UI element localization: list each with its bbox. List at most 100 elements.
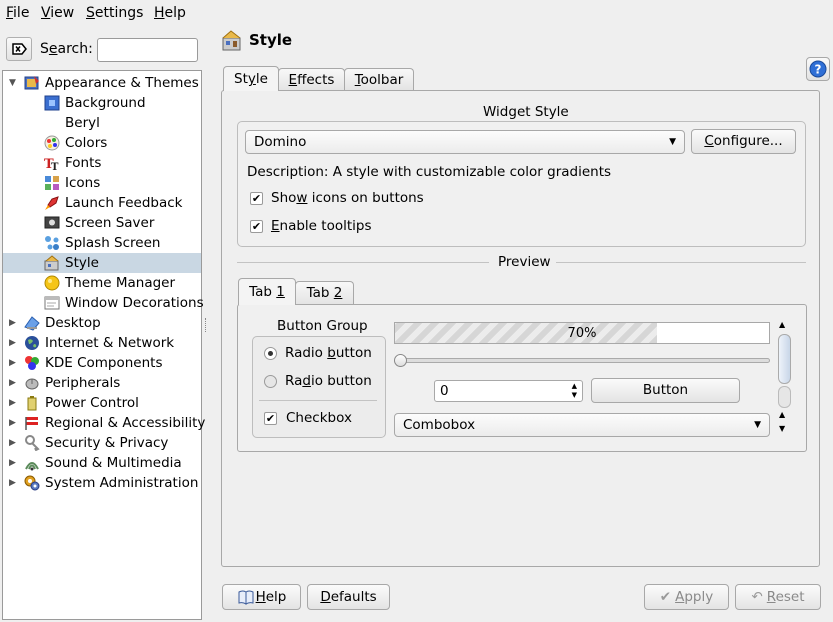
preview-separator-left [237,262,489,263]
tree-item-window-decorations[interactable]: Window Decorations [3,293,204,313]
search-label: Search: [40,41,93,57]
colors-icon [44,135,60,151]
widget-style-combo[interactable]: Domino ▼ [245,130,685,154]
button-group-divider [259,400,377,401]
tree-item-screen-saver[interactable]: Screen Saver [3,213,201,233]
tree-item-fonts[interactable]: TT Fonts [3,153,201,173]
tree-item-peripherals[interactable]: ▶ Peripherals [3,373,201,393]
preview-tab-2[interactable]: Tab 2 [295,281,354,305]
collapse-arrow-icon[interactable]: ▼ [9,73,16,93]
expand-arrow-icon[interactable]: ▶ [9,333,16,353]
checkmark-icon: ✔ [251,192,262,205]
expand-arrow-icon[interactable]: ▶ [9,413,16,433]
tree-item-power-control[interactable]: ▶ Power Control [3,393,201,413]
scroll-up-icon[interactable]: ▲ [779,320,785,329]
expand-arrow-icon[interactable]: ▶ [9,433,16,453]
tree-item-kde-components[interactable]: ▶ KDE Components [3,353,201,373]
appearance-icon [24,76,39,90]
enable-tooltips-checkbox[interactable]: ✔ [250,220,263,233]
chevron-down-icon: ▼ [669,137,676,147]
components-icon [25,356,39,370]
tree-item-theme-manager[interactable]: Theme Manager [3,273,201,293]
scrollbar-thumb[interactable] [778,334,791,384]
enable-tooltips-label: Enable tooltips [271,218,372,234]
preview-slider-track[interactable] [398,358,770,363]
preview-scrollbar[interactable]: ▲ ▲ ▼ [777,320,793,438]
preview-checkbox[interactable]: ✔ [264,412,277,425]
flag-icon [25,417,38,430]
scroll-down-icon[interactable]: ▼ [779,424,785,433]
apply-button[interactable]: ✔ Apply [644,584,729,610]
configure-button[interactable]: Configure... [691,129,796,154]
show-icons-checkbox[interactable]: ✔ [250,192,263,205]
mouse-icon [25,378,39,390]
menu-settings[interactable]: Settings [86,5,143,21]
checkmark-icon: ✔ [265,412,276,425]
whats-this-button[interactable]: ? [806,57,830,81]
system-admin-icon [24,475,40,491]
reset-button[interactable]: ↶ Reset [735,584,821,610]
expand-arrow-icon[interactable]: ▶ [9,453,16,473]
help-button[interactable]: Help [222,584,301,610]
tree-item-internet-network[interactable]: ▶ Internet & Network [3,333,201,353]
scrollbar-track[interactable] [778,386,791,408]
preview-combobox-value: Combobox [403,417,476,433]
page-title: Style [249,31,293,49]
tree-item-launch-feedback[interactable]: Launch Feedback [3,193,201,213]
preview-title: Preview [498,254,551,270]
radio-button-1-label: Radio button [285,345,372,361]
tree-item-icons[interactable]: Icons [3,173,201,193]
tab-style[interactable]: Style [223,66,279,91]
tree-item-system-administration[interactable]: ▶ System Administration [3,473,201,493]
expand-arrow-icon[interactable]: ▶ [9,393,16,413]
preview-separator-right [556,262,806,263]
clear-search-icon [12,43,27,55]
defaults-button[interactable]: Defaults [307,584,390,610]
style-icon [44,255,59,271]
expand-arrow-icon[interactable]: ▶ [9,373,16,393]
tree-item-background[interactable]: Background [3,93,201,113]
tree-item-sound-multimedia[interactable]: ▶ Sound & Multimedia [3,453,201,473]
expand-arrow-icon[interactable]: ▶ [9,353,16,373]
radio-button-2-label: Radio button [285,373,372,389]
tree-item-beryl[interactable]: Beryl [3,113,201,133]
tree-item-regional-accessibility[interactable]: ▶ Regional & Accessibility [3,413,205,433]
radio-button-2[interactable] [264,375,277,388]
rocket-icon [45,196,59,210]
preview-combobox[interactable]: Combobox ▼ [394,413,770,437]
checkmark-icon: ✔ [659,589,672,605]
clear-search-button[interactable] [6,37,32,61]
menu-help[interactable]: Help [154,5,186,21]
tree-item-colors[interactable]: Colors [3,133,201,153]
power-icon [27,396,37,411]
search-input[interactable] [97,38,198,62]
module-tree: ▼ Appearance & Themes Background Beryl C… [2,70,205,620]
tree-item-desktop[interactable]: ▶ Desktop [3,313,201,333]
preview-tab-1[interactable]: Tab 1 [238,278,296,305]
tree-item-security-privacy[interactable]: ▶ Security & Privacy [3,433,201,453]
svg-text:T: T [51,162,59,171]
show-icons-label: Show icons on buttons [271,190,424,206]
tab-toolbar[interactable]: Toolbar [344,68,414,91]
preview-checkbox-label: Checkbox [286,410,352,426]
preview-slider-handle[interactable] [394,354,407,367]
expand-arrow-icon[interactable]: ▶ [9,313,16,333]
menu-view[interactable]: View [41,5,74,21]
preview-button[interactable]: Button [591,378,740,403]
tab-effects[interactable]: Effects [278,68,345,91]
chevron-down-icon: ▼ [754,420,761,430]
splitter-handle[interactable] [205,318,209,332]
spinbox-arrows-icon[interactable]: ▲ ▼ [572,382,577,400]
radio-button-1[interactable] [264,347,277,360]
button-group-title: Button Group [277,318,368,334]
style-description: Description: A style with customizable c… [247,164,612,180]
scroll-up-icon[interactable]: ▲ [779,410,785,419]
tree-item-appearance-themes[interactable]: ▼ Appearance & Themes [3,73,201,93]
menu-file[interactable]: File [6,5,29,21]
tree-item-style[interactable]: Style [3,253,201,273]
expand-arrow-icon[interactable]: ▶ [9,473,16,493]
screensaver-icon [44,216,60,229]
tree-item-splash-screen[interactable]: Splash Screen [3,233,201,253]
desktop-icon [24,316,40,331]
preview-spinbox[interactable]: 0 ▲ ▼ [434,380,583,402]
